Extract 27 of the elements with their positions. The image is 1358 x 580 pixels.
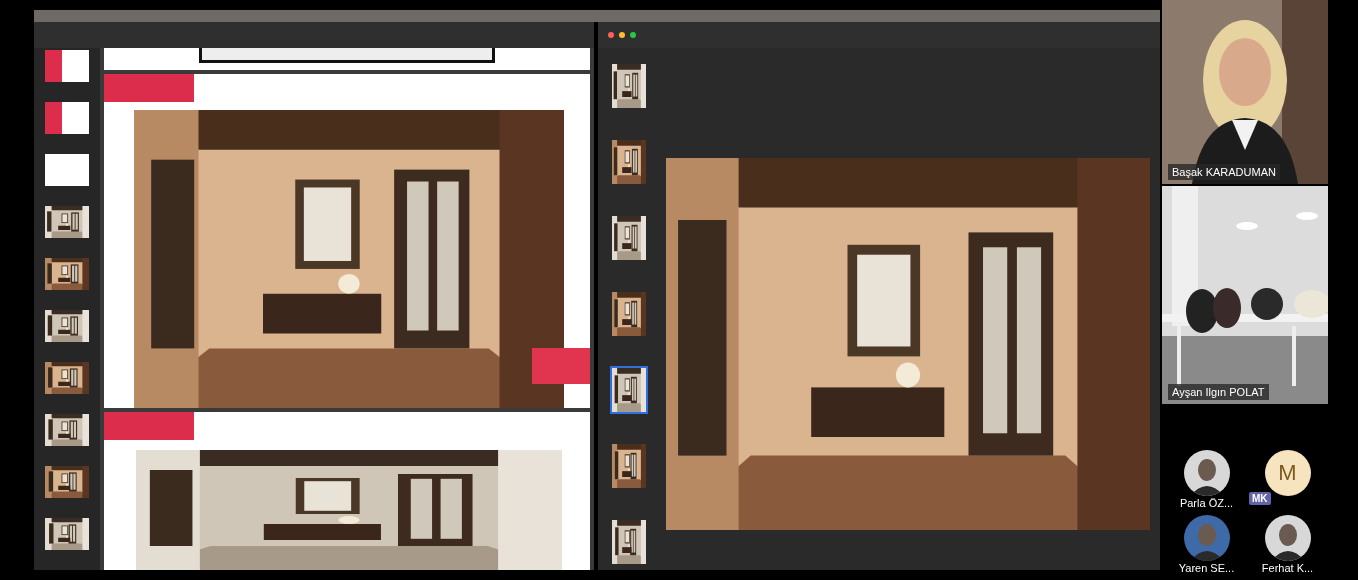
participant-name: Parla ÖZ...: [1179, 497, 1234, 509]
image-thumbnail[interactable]: [610, 290, 648, 338]
slide-thumbnail[interactable]: [45, 50, 89, 82]
slide-thumbnail[interactable]: [45, 466, 89, 498]
slide-thumbnail[interactable]: [45, 154, 89, 186]
slide-thumbnail[interactable]: [45, 258, 89, 290]
image-thumbnail[interactable]: [610, 442, 648, 490]
minimize-icon[interactable]: [619, 32, 625, 38]
maximize-icon[interactable]: [630, 32, 636, 38]
slide-thumbnail[interactable]: [45, 518, 89, 550]
close-icon[interactable]: [608, 32, 614, 38]
highlight-box: [532, 348, 590, 384]
participant-name: Ayşan Ilgın POLAT: [1168, 384, 1269, 400]
participant-name: Yaren SE...: [1178, 562, 1235, 574]
slide-thumbnail[interactable]: [45, 102, 89, 134]
slide-thumbnail[interactable]: [45, 414, 89, 446]
slide-thumbnail[interactable]: [45, 310, 89, 342]
image-thumbnail[interactable]: [610, 138, 648, 186]
image-thumbnail[interactable]: [610, 518, 648, 566]
slide-thumbnail[interactable]: [45, 362, 89, 394]
image-thumbnail[interactable]: [610, 214, 648, 262]
participant-name: Ferhat K...: [1261, 562, 1314, 574]
slide-thumbnail[interactable]: [45, 206, 89, 238]
image-thumbnail[interactable]: [610, 62, 648, 110]
participant-name: Başak KARADUMAN: [1168, 164, 1280, 180]
image-thumbnail[interactable]: [610, 366, 648, 414]
initials-badge: MK: [1249, 492, 1271, 505]
